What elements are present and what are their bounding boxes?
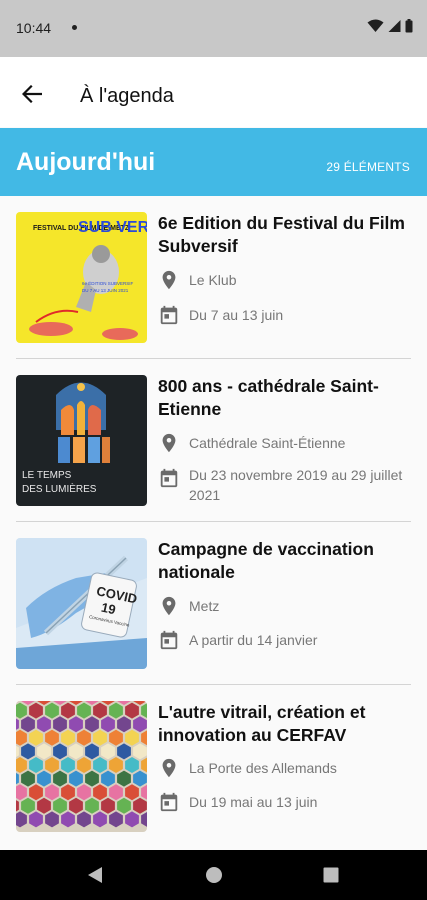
event-location: Cathédrale Saint-Étienne: [158, 432, 413, 454]
status-icons: [367, 19, 413, 33]
event-item[interactable]: COVID 19 Coronavirus Vaccine Campagne de…: [0, 522, 427, 685]
event-item[interactable]: LE TEMPS DES LUMIÈRES 800 ans - cathédra…: [0, 359, 427, 522]
event-thumbnail: FESTIVAL DU FILM DE METZ SUB VER SIF 6e …: [16, 212, 147, 343]
event-date-text: Du 23 novembre 2019 au 29 juillet 2021: [189, 467, 403, 503]
event-date: Du 23 novembre 2019 au 29 juillet 2021: [158, 464, 413, 505]
back-button[interactable]: [12, 80, 52, 108]
notification-dot-icon: [72, 25, 77, 30]
calendar-icon: [160, 792, 178, 812]
thumb-text-right: SUB VER SIF: [78, 219, 147, 236]
nav-recents-icon: [323, 867, 339, 883]
calendar-icon: [160, 305, 178, 325]
event-title: 800 ans - cathédrale Saint-Etienne: [158, 376, 379, 419]
event-location-text: La Porte des Allemands: [189, 760, 337, 776]
event-thumbnail: LE TEMPS DES LUMIÈRES: [16, 375, 147, 506]
event-item[interactable]: FESTIVAL DU FILM DE METZ SUB VER SIF 6e …: [0, 196, 427, 359]
event-location: La Porte des Allemands: [158, 757, 413, 779]
status-time: 10:44: [16, 20, 52, 36]
event-date-text: Du 19 mai au 13 juin: [189, 794, 318, 810]
arrow-back-icon: [22, 85, 42, 103]
location-pin-icon: [162, 596, 176, 616]
status-bar: 10:44: [0, 0, 427, 57]
thumb-dates-text: DU 7 AU 13 JUIN 2021: [82, 288, 129, 293]
calendar-icon: [160, 630, 178, 650]
wifi-icon: [367, 19, 384, 32]
event-item[interactable]: L'autre vitrail, création et innovation …: [0, 685, 427, 848]
item-count: 29 ÉLÉMENTS: [326, 160, 410, 174]
event-date-text: Du 7 au 13 juin: [189, 307, 284, 323]
thumb-text-line1: LE TEMPS: [22, 470, 72, 481]
event-date: Du 19 mai au 13 juin: [158, 791, 413, 813]
navigation-bar: [0, 850, 427, 900]
event-title: 6e Edition du Festival du Film Subversif: [158, 213, 405, 256]
event-location: Metz: [158, 595, 413, 617]
event-thumbnail: COVID 19 Coronavirus Vaccine: [16, 538, 147, 669]
event-thumbnail: [16, 701, 147, 832]
section-header: Aujourd'hui 29 ÉLÉMENTS: [0, 128, 427, 196]
section-title: Aujourd'hui: [16, 148, 156, 176]
nav-back-icon: [88, 867, 102, 883]
event-date: Du 7 au 13 juin: [158, 304, 413, 326]
nav-recents-button[interactable]: [319, 863, 343, 887]
event-location-text: Metz: [189, 598, 220, 614]
location-pin-icon: [162, 433, 176, 453]
cell-signal-icon: [388, 20, 401, 32]
nav-home-icon: [206, 867, 222, 883]
thumb-small-text: 6e ÉDITION SUBVERSIF: [82, 280, 134, 286]
event-location-text: Cathédrale Saint-Étienne: [189, 435, 346, 451]
calendar-icon: [160, 468, 178, 488]
location-pin-icon: [162, 758, 176, 778]
page-title: À l'agenda: [80, 85, 174, 107]
app-bar: À l'agenda: [0, 57, 427, 127]
nav-home-button[interactable]: [202, 863, 226, 887]
event-location: Le Klub: [158, 269, 413, 291]
event-date-text: A partir du 14 janvier: [189, 632, 318, 648]
location-pin-icon: [162, 270, 176, 290]
nav-back-button[interactable]: [83, 863, 107, 887]
event-title: Campagne de vaccination nationale: [158, 539, 374, 582]
event-location-text: Le Klub: [189, 272, 237, 288]
thumb-text-line2: DES LUMIÈRES: [22, 482, 97, 495]
event-date: A partir du 14 janvier: [158, 629, 413, 651]
event-title: L'autre vitrail, création et innovation …: [158, 702, 366, 745]
battery-icon: [405, 19, 413, 33]
thumb-text-19: 19: [100, 600, 117, 618]
